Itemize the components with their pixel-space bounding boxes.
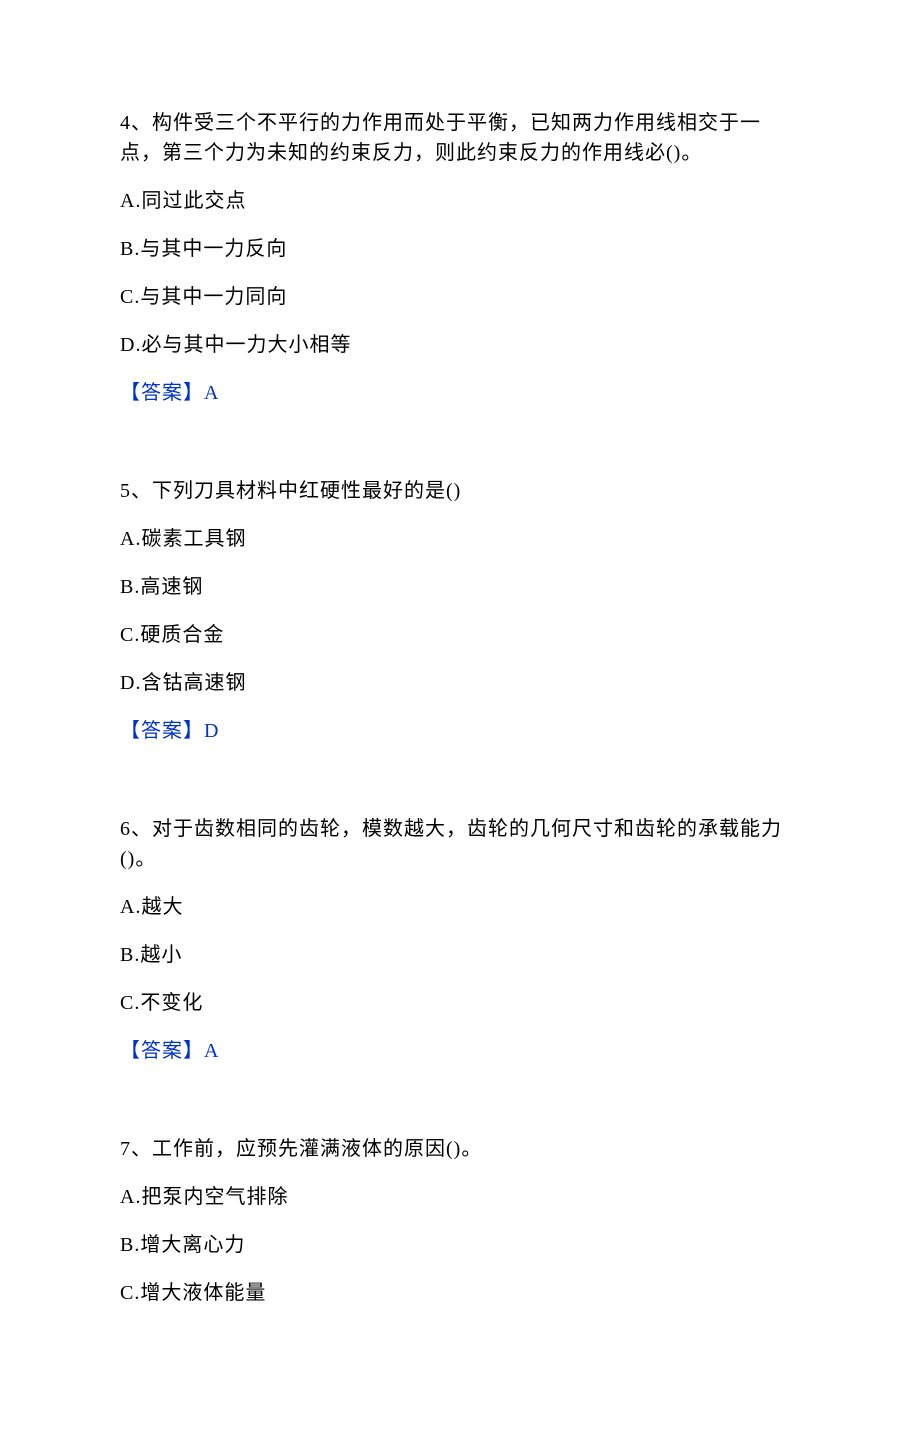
option-d: D.含钴高速钢 xyxy=(120,668,800,698)
option-b: B.越小 xyxy=(120,940,800,970)
question-number: 5、 xyxy=(120,480,152,502)
option-b: B.高速钢 xyxy=(120,572,800,602)
option-a: A.把泵内空气排除 xyxy=(120,1182,800,1212)
question-text: 7、工作前，应预先灌满液体的原因()。 xyxy=(120,1134,800,1164)
question-body: 构件受三个不平行的力作用而处于平衡，已知两力作用线相交于一点，第三个力为未知的约… xyxy=(120,112,761,164)
question-body: 工作前，应预先灌满液体的原因()。 xyxy=(152,1138,482,1160)
answer-value: A xyxy=(204,382,219,404)
option-c: C.硬质合金 xyxy=(120,620,800,650)
question-body: 下列刀具材料中红硬性最好的是() xyxy=(152,480,461,502)
option-c: C.不变化 xyxy=(120,988,800,1018)
answer-value: D xyxy=(204,720,219,742)
question-number: 4、 xyxy=(120,112,152,134)
question-text: 4、构件受三个不平行的力作用而处于平衡，已知两力作用线相交于一点，第三个力为未知… xyxy=(120,108,800,168)
question-block-4: 4、构件受三个不平行的力作用而处于平衡，已知两力作用线相交于一点，第三个力为未知… xyxy=(120,108,800,408)
question-block-5: 5、下列刀具材料中红硬性最好的是() A.碳素工具钢 B.高速钢 C.硬质合金 … xyxy=(120,476,800,746)
question-text: 5、下列刀具材料中红硬性最好的是() xyxy=(120,476,800,506)
question-number: 6、 xyxy=(120,818,152,840)
answer: 【答案】D xyxy=(120,716,800,746)
option-a: A.碳素工具钢 xyxy=(120,524,800,554)
option-c: C.增大液体能量 xyxy=(120,1278,800,1308)
question-number: 7、 xyxy=(120,1138,152,1160)
answer: 【答案】A xyxy=(120,1036,800,1066)
option-b: B.与其中一力反向 xyxy=(120,234,800,264)
option-a: A.同过此交点 xyxy=(120,186,800,216)
option-d: D.必与其中一力大小相等 xyxy=(120,330,800,360)
question-text: 6、对于齿数相同的齿轮，模数越大，齿轮的几何尺寸和齿轮的承载能力()。 xyxy=(120,814,800,874)
question-body: 对于齿数相同的齿轮，模数越大，齿轮的几何尺寸和齿轮的承载能力()。 xyxy=(120,818,782,870)
answer-label: 【答案】 xyxy=(120,1040,204,1062)
option-b: B.增大离心力 xyxy=(120,1230,800,1260)
answer-label: 【答案】 xyxy=(120,382,204,404)
answer: 【答案】A xyxy=(120,378,800,408)
question-block-6: 6、对于齿数相同的齿轮，模数越大，齿轮的几何尺寸和齿轮的承载能力()。 A.越大… xyxy=(120,814,800,1066)
option-a: A.越大 xyxy=(120,892,800,922)
answer-label: 【答案】 xyxy=(120,720,204,742)
answer-value: A xyxy=(204,1040,219,1062)
question-block-7: 7、工作前，应预先灌满液体的原因()。 A.把泵内空气排除 B.增大离心力 C.… xyxy=(120,1134,800,1308)
option-c: C.与其中一力同向 xyxy=(120,282,800,312)
